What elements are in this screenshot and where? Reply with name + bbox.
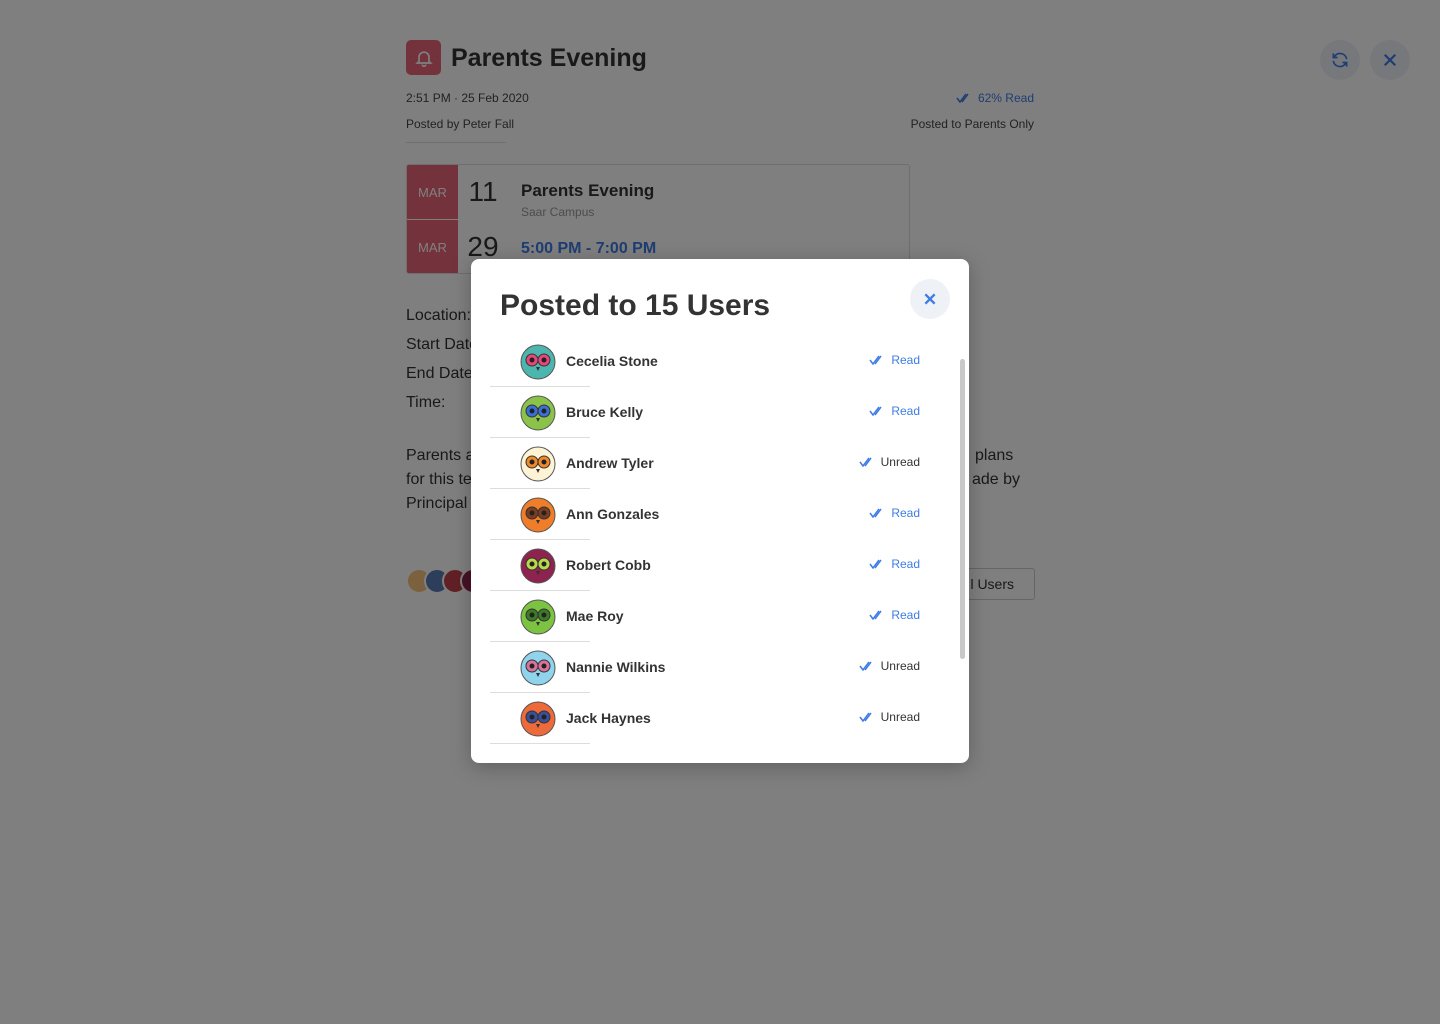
modal-scrollbar[interactable] [960, 359, 965, 659]
user-name: Ann Gonzales [566, 506, 660, 522]
read-status: Unread [859, 455, 920, 469]
double-check-icon [869, 508, 882, 518]
user-name: Bruce Kelly [566, 404, 644, 420]
owl-avatar-icon [520, 599, 556, 635]
read-status-label: Read [891, 557, 920, 571]
avatar [520, 599, 556, 635]
double-check-icon [859, 661, 872, 671]
user-name: Jack Haynes [566, 710, 651, 726]
owl-avatar-icon [520, 497, 556, 533]
user-name: Mae Roy [566, 608, 624, 624]
user-list-item[interactable]: Jack Haynes Unread [490, 693, 930, 744]
double-check-icon [869, 406, 882, 416]
users-modal: Posted to 15 Users Cecelia Stone Read Bruc… [471, 259, 969, 763]
read-status-label: Unread [880, 710, 920, 724]
modal-close-button[interactable] [910, 279, 950, 319]
avatar [520, 344, 556, 380]
owl-avatar-icon [520, 650, 556, 686]
read-status: Read [869, 608, 920, 622]
user-list-item[interactable]: Mae Roy Read [490, 591, 930, 642]
double-check-icon [869, 610, 882, 620]
user-list-item[interactable]: Cecelia Stone Read [490, 336, 930, 387]
read-status: Read [869, 506, 920, 520]
user-list-item[interactable]: Robert Cobb Read [490, 540, 930, 591]
read-status-label: Read [891, 353, 920, 367]
double-check-icon [859, 712, 872, 722]
owl-avatar-icon [520, 548, 556, 584]
read-status-label: Read [891, 608, 920, 622]
user-name: Nannie Wilkins [566, 659, 666, 675]
avatar [520, 701, 556, 737]
user-name: Robert Cobb [566, 557, 651, 573]
owl-avatar-icon [520, 701, 556, 737]
read-status-label: Unread [880, 659, 920, 673]
read-status: Read [869, 404, 920, 418]
double-check-icon [869, 559, 882, 569]
user-list-item[interactable]: Nannie Wilkins Unread [490, 642, 930, 693]
close-icon [924, 293, 936, 305]
user-list-item[interactable]: Andrew Tyler Unread [490, 438, 930, 489]
read-status: Read [869, 353, 920, 367]
owl-avatar-icon [520, 344, 556, 380]
double-check-icon [869, 355, 882, 365]
avatar [520, 497, 556, 533]
read-status: Read [869, 557, 920, 571]
avatar [520, 395, 556, 431]
avatar [520, 446, 556, 482]
owl-avatar-icon [520, 395, 556, 431]
row-divider [490, 743, 590, 744]
read-status-label: Read [891, 404, 920, 418]
read-status: Unread [859, 710, 920, 724]
user-name: Cecelia Stone [566, 353, 658, 369]
double-check-icon [859, 457, 872, 467]
user-list-item[interactable]: Ann Gonzales Read [490, 489, 930, 540]
user-name: Andrew Tyler [566, 455, 654, 471]
user-list-item[interactable]: Bruce Kelly Read [490, 387, 930, 438]
avatar [520, 650, 556, 686]
modal-title: Posted to 15 Users [500, 289, 771, 322]
read-status-label: Read [891, 506, 920, 520]
avatar [520, 548, 556, 584]
user-list: Cecelia Stone Read Bruce Kelly Read Andrew T… [490, 336, 930, 744]
read-status: Unread [859, 659, 920, 673]
read-status-label: Unread [880, 455, 920, 469]
scrollbar-thumb[interactable] [960, 359, 965, 659]
owl-avatar-icon [520, 446, 556, 482]
